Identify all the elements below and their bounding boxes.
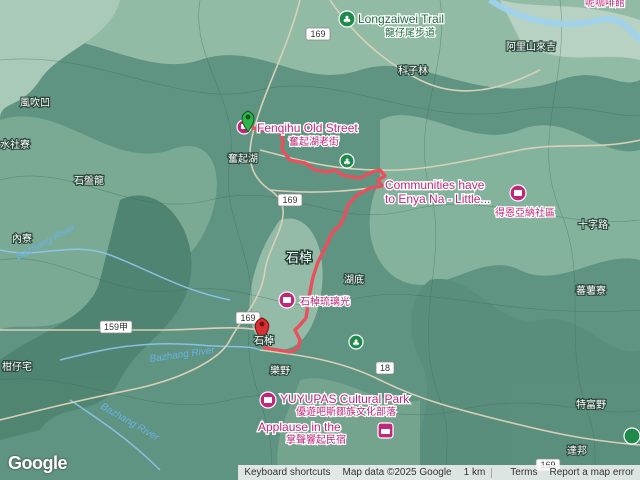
tefuye-label: 特富野 [576, 398, 606, 411]
fenqihu-old-street-label[interactable]: Fenqihu Old Street [256, 120, 360, 137]
ganzailiao-label: 柑仔宅 [2, 360, 32, 373]
trail-name-zh: 龍仔尾步道 [385, 26, 435, 39]
report-error-link[interactable]: Report a map error [544, 467, 640, 478]
svg-text:169: 169 [282, 195, 297, 205]
trail-name[interactable]: Longzaiwei Trail [357, 11, 446, 28]
kezilin-label: 科子林 [398, 64, 428, 77]
terrain-map[interactable]: 169 169 169 159甲 18 169 ♣ ♣ ♣ [0, 0, 640, 480]
applause-label-zh: 掌聲響起民宿 [286, 433, 346, 446]
svg-text:169: 169 [310, 29, 325, 39]
scale-bar [491, 467, 504, 478]
trail-marker-icon[interactable]: ♣ [338, 10, 356, 28]
shiziliu-label: 十字路 [578, 218, 608, 231]
fenqihu-town-label: 奮起湖 [228, 152, 258, 165]
shizhuo-glass-label[interactable]: 石棹琉璃光 [299, 294, 352, 310]
road-shield-18: 18 [375, 361, 395, 375]
enyana-label-zh: 得恩亞納社區 [495, 206, 555, 219]
park-marker-icon[interactable]: ♣ [348, 334, 364, 350]
svg-text:169: 169 [240, 313, 255, 323]
map-data-label: Map data ©2025 Google [342, 467, 452, 478]
top-right-partial-label: 呢咖啡館 [585, 0, 625, 9]
road-shield-169-mid: 169 [277, 193, 303, 207]
road-shield-169-top: 169 [305, 27, 331, 41]
lodging-marker-icon[interactable] [377, 422, 394, 439]
svg-text:159甲: 159甲 [104, 322, 128, 332]
svg-text:♣: ♣ [352, 339, 360, 349]
alishan-laiji-label: 阿里山來吉 [506, 41, 556, 53]
yuyupas-label-zh: 優遊吧斯鄒族文化部落 [296, 405, 396, 418]
poi-marker-icon[interactable] [278, 291, 296, 309]
scale-label: 1 km [463, 467, 486, 478]
shuishelia-label: 水社寮 [0, 138, 30, 151]
park-marker-icon[interactable]: ♣ [339, 153, 355, 169]
leye-label: 樂野 [270, 364, 290, 377]
fanshuliao-label: 蕃薯寮 [576, 284, 606, 297]
applause-label[interactable]: Applause in the [257, 419, 343, 436]
road-shield-159a: 159甲 [99, 320, 133, 334]
enyana-label-line2[interactable]: to Enya Na - Little... [384, 191, 492, 208]
fenqihu-old-street-zh: 奮起湖老街 [289, 135, 339, 148]
svg-text:18: 18 [380, 363, 390, 373]
shizhuo-village-label: 石棹 [254, 334, 274, 347]
svg-text:♣: ♣ [343, 15, 352, 26]
keyboard-shortcuts-link[interactable]: Keyboard shortcuts [238, 467, 336, 478]
terms-link[interactable]: Terms [504, 467, 543, 478]
enyana-label-line1[interactable]: Communities have [384, 177, 487, 194]
fengchuiao-label: 風吹凹 [20, 96, 50, 109]
park-marker-icon[interactable] [623, 427, 640, 445]
poi-marker-icon[interactable] [259, 391, 277, 409]
hudi-label: 湖底 [344, 273, 364, 286]
yuyupas-label[interactable]: YUYUPAS Cultural Park [279, 391, 412, 408]
poi-marker-icon[interactable] [509, 184, 527, 202]
neiliao-label: 內寮 [12, 232, 32, 245]
attribution-bar: Keyboard shortcuts Map data ©2025 Google… [238, 465, 640, 480]
dabang-label: 達邦 [567, 444, 587, 457]
google-logo: Google [8, 453, 68, 473]
svg-text:♣: ♣ [343, 158, 351, 168]
shipanlong-label: 石盤龍 [74, 174, 104, 187]
shizhuo-area-label: 石棹 [286, 251, 312, 266]
